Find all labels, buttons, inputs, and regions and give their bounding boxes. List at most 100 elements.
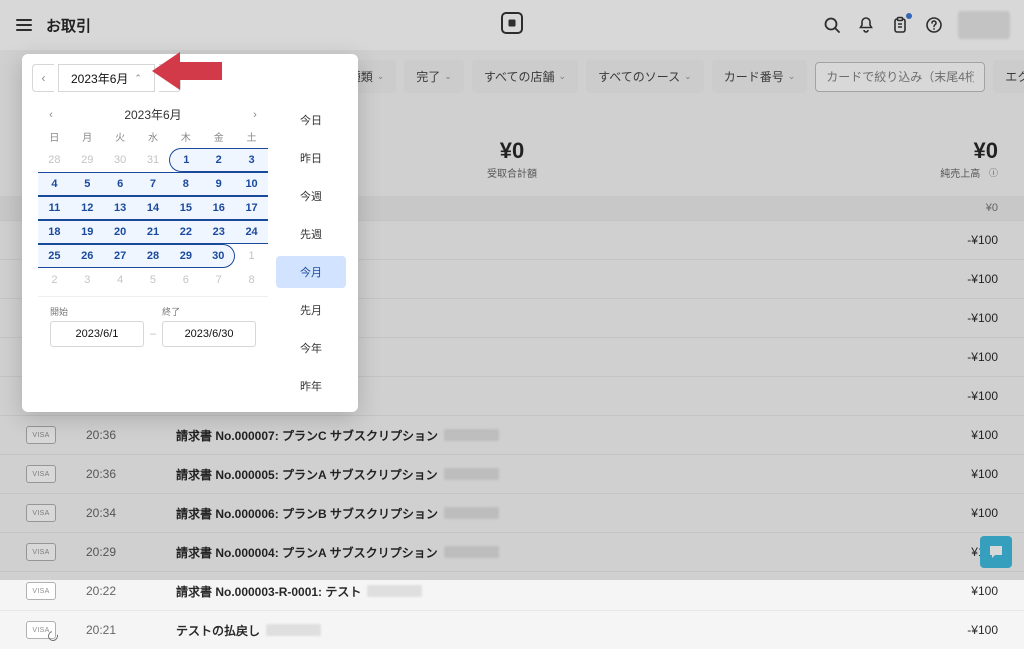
- txn-amount: ¥100: [908, 467, 998, 481]
- txn-amount: -¥100: [908, 233, 998, 247]
- calendar-day[interactable]: 17: [235, 196, 268, 220]
- bell-icon[interactable]: [856, 15, 876, 35]
- calendar-day[interactable]: 11: [38, 196, 71, 220]
- table-row[interactable]: VISA 20:34 請求書 No.000006: プランB サブスクリプション…: [0, 493, 1024, 532]
- table-row[interactable]: VISA 20:36 請求書 No.000007: プランC サブスクリプション…: [0, 415, 1024, 454]
- quick-this-month[interactable]: 今月: [276, 256, 346, 288]
- table-row[interactable]: VISA 20:22 請求書 No.000003-R-0001: テスト ¥10…: [0, 571, 1024, 610]
- quick-this-week[interactable]: 今週: [276, 180, 346, 212]
- date-prev-range[interactable]: ‹: [32, 64, 54, 92]
- txn-time: 20:36: [86, 467, 176, 481]
- quick-this-year[interactable]: 今年: [276, 332, 346, 364]
- calendar-day[interactable]: 8: [235, 268, 268, 292]
- help-icon[interactable]: [924, 15, 944, 35]
- calendar-day[interactable]: 7: [137, 172, 170, 196]
- calendar-day[interactable]: 28: [137, 244, 170, 268]
- calendar-day[interactable]: 12: [71, 196, 104, 220]
- calendar-day[interactable]: 18: [38, 220, 71, 244]
- col-amount: ¥0: [908, 202, 998, 214]
- quick-last-week[interactable]: 先週: [276, 218, 346, 250]
- card-icon: VISA: [26, 621, 56, 639]
- export-button[interactable]: エクスポート⌄: [993, 60, 1024, 93]
- quick-yesterday[interactable]: 昨日: [276, 142, 346, 174]
- calendar-day[interactable]: 20: [104, 220, 137, 244]
- txn-amount: ¥100: [908, 428, 998, 442]
- calendar-day[interactable]: 31: [137, 148, 170, 172]
- calendar-day[interactable]: 6: [169, 268, 202, 292]
- calendar-day[interactable]: 22: [169, 220, 202, 244]
- txn-time: 20:29: [86, 545, 176, 559]
- calendar-day[interactable]: 6: [104, 172, 137, 196]
- menu-icon[interactable]: [14, 15, 34, 35]
- calendar-day[interactable]: 27: [104, 244, 137, 268]
- calendar-day[interactable]: 14: [137, 196, 170, 220]
- cal-prev-month[interactable]: ‹: [42, 109, 60, 121]
- store-filter[interactable]: すべての店舗⌄: [472, 60, 578, 93]
- quick-last-month[interactable]: 先月: [276, 294, 346, 326]
- calendar-day[interactable]: 7: [202, 268, 235, 292]
- calendar-day[interactable]: 24: [235, 220, 268, 244]
- txn-time: 20:36: [86, 428, 176, 442]
- calendar-day[interactable]: 10: [235, 172, 268, 196]
- source-filter[interactable]: すべてのソース⌄: [586, 60, 704, 93]
- calendar-day[interactable]: 1: [235, 244, 268, 268]
- calendar-day[interactable]: 16: [202, 196, 235, 220]
- calendar-day[interactable]: 4: [104, 268, 137, 292]
- txn-desc: テストの払戻し: [176, 622, 908, 639]
- card-icon: VISA: [26, 504, 56, 522]
- calendar-day[interactable]: 5: [71, 172, 104, 196]
- calendar-day[interactable]: 5: [137, 268, 170, 292]
- cardnum-label[interactable]: カード番号⌄: [712, 60, 808, 93]
- date-picker-panel: ‹ 2023年6月⌃ › ‹ 2023年6月 › 日月火水木金土 2829303…: [22, 54, 358, 412]
- card-icon: VISA: [26, 465, 56, 483]
- status-filter[interactable]: 完了⌄: [404, 60, 464, 93]
- txn-amount: -¥100: [908, 272, 998, 286]
- info-icon[interactable]: ⓘ: [989, 166, 998, 179]
- calendar-day[interactable]: 2: [38, 268, 71, 292]
- txn-desc: 請求書 No.000007: プランC サブスクリプション: [176, 427, 908, 444]
- range-start-label: 開始: [50, 305, 144, 318]
- calendar-day[interactable]: 29: [71, 148, 104, 172]
- txn-desc: 請求書 No.000006: プランB サブスクリプション: [176, 505, 908, 522]
- account-avatar[interactable]: [958, 11, 1010, 39]
- calendar-day[interactable]: 1: [169, 148, 202, 172]
- table-row[interactable]: VISA 20:36 請求書 No.000005: プランA サブスクリプション…: [0, 454, 1024, 493]
- search-icon[interactable]: [822, 15, 842, 35]
- table-row[interactable]: VISA 20:29 請求書 No.000004: プランA サブスクリプション…: [0, 532, 1024, 571]
- calendar-day[interactable]: 26: [71, 244, 104, 268]
- calendar-day[interactable]: 9: [202, 172, 235, 196]
- chat-widget[interactable]: [980, 536, 1012, 568]
- calendar-day[interactable]: 8: [169, 172, 202, 196]
- table-row[interactable]: VISA 20:21 テストの払戻し -¥100: [0, 610, 1024, 649]
- cal-next-month[interactable]: ›: [246, 109, 264, 121]
- calendar-day[interactable]: 3: [235, 148, 268, 172]
- calendar-day[interactable]: 4: [38, 172, 71, 196]
- txn-amount: ¥100: [908, 506, 998, 520]
- quick-today[interactable]: 今日: [276, 104, 346, 136]
- summary-net: ¥0: [674, 138, 998, 164]
- range-end-input[interactable]: 2023/6/30: [162, 321, 256, 347]
- calendar-day[interactable]: 13: [104, 196, 137, 220]
- date-current-range[interactable]: 2023年6月⌃: [58, 64, 155, 92]
- cal-month-label: 2023年6月: [124, 106, 181, 123]
- calendar-day[interactable]: 30: [202, 244, 235, 268]
- card-filter-input[interactable]: [815, 62, 985, 92]
- calendar-day[interactable]: 19: [71, 220, 104, 244]
- page-title: お取引: [46, 15, 91, 36]
- txn-amount: -¥100: [908, 350, 998, 364]
- range-start-input[interactable]: 2023/6/1: [50, 321, 144, 347]
- txn-amount: -¥100: [908, 389, 998, 403]
- calendar-day[interactable]: 15: [169, 196, 202, 220]
- calendar-day[interactable]: 23: [202, 220, 235, 244]
- calendar-day[interactable]: 30: [104, 148, 137, 172]
- calendar-day[interactable]: 3: [71, 268, 104, 292]
- calendar-day[interactable]: 29: [169, 244, 202, 268]
- card-icon: VISA: [26, 426, 56, 444]
- calendar-day[interactable]: 21: [137, 220, 170, 244]
- calendar-day[interactable]: 28: [38, 148, 71, 172]
- calendar-day[interactable]: 25: [38, 244, 71, 268]
- clipboard-icon[interactable]: [890, 15, 910, 35]
- calendar-day[interactable]: 2: [202, 148, 235, 172]
- card-icon: VISA: [26, 543, 56, 561]
- quick-last-year[interactable]: 昨年: [276, 370, 346, 402]
